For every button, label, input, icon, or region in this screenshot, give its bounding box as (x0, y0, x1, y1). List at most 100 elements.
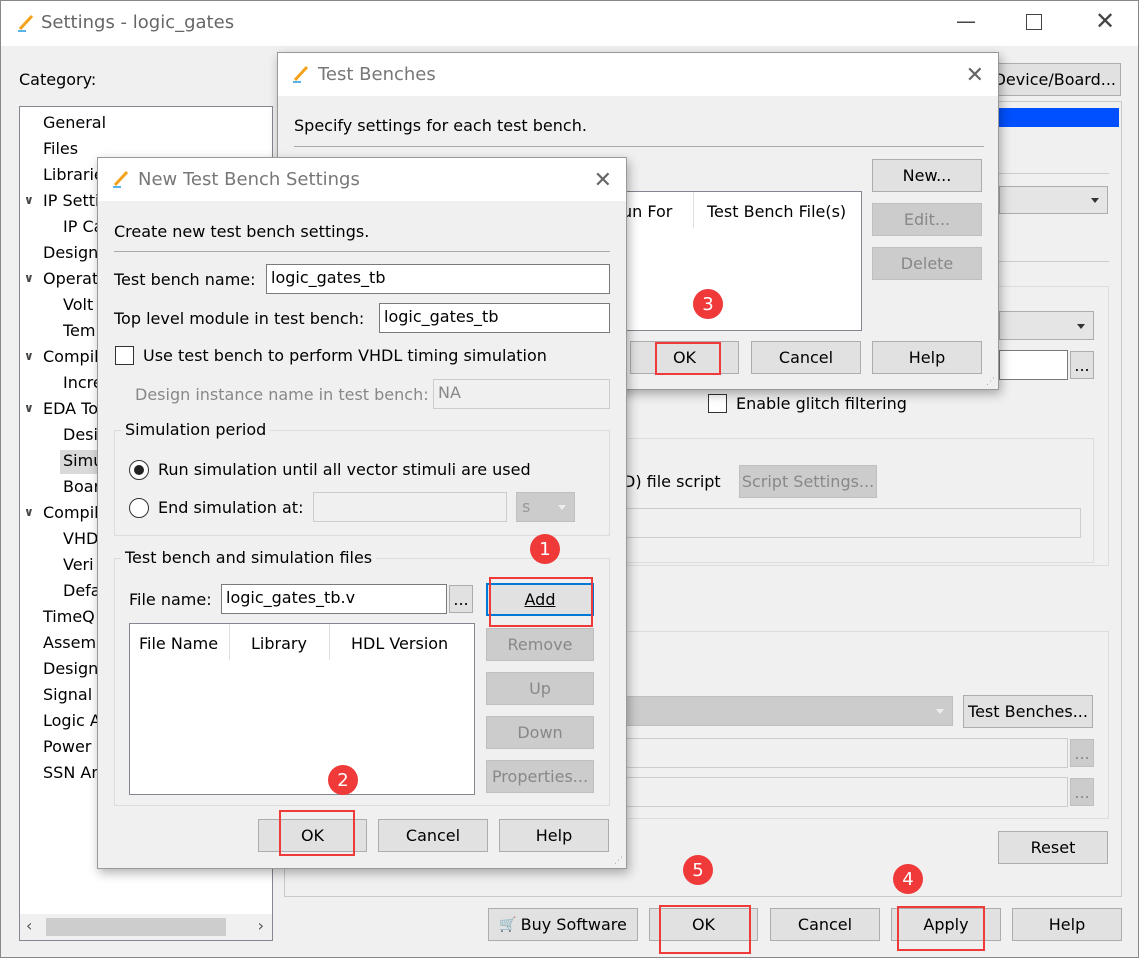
sidebar-item[interactable]: Logic A (43, 711, 101, 730)
help-button[interactable]: Help (1012, 908, 1122, 941)
instance-label: Design instance name in test bench: (135, 385, 429, 404)
sidebar-item[interactable]: Librarie (43, 165, 104, 184)
up-button[interactable]: Up (486, 672, 594, 705)
cancel-button[interactable]: Cancel (378, 819, 488, 852)
script-settings-button[interactable]: Script Settings... (739, 465, 877, 498)
annotation-box-2 (279, 810, 355, 856)
scroll-right-icon[interactable]: › (258, 916, 264, 935)
command-input-2[interactable] (601, 777, 1068, 807)
sidebar-item[interactable]: SSN An (43, 763, 101, 782)
sidebar-item[interactable]: TimeQ (43, 607, 95, 626)
sidebar-item[interactable]: General (43, 113, 106, 132)
top-module-input[interactable]: logic_gates_tb (379, 303, 610, 333)
command-input-1[interactable] (601, 738, 1068, 768)
app-pencil-icon (113, 170, 129, 188)
column-header[interactable]: un For (622, 202, 672, 221)
properties-button[interactable]: Properties... (486, 760, 594, 793)
close-icon[interactable]: ✕ (1095, 7, 1115, 35)
sidebar-item[interactable]: Design (43, 243, 98, 262)
sidebar-item[interactable]: Compil (43, 347, 99, 366)
file-name-input[interactable]: logic_gates_tb.v (221, 584, 447, 614)
test-bench-dropdown[interactable] (601, 696, 953, 726)
test-benches-button[interactable]: Test Benches... (963, 695, 1093, 728)
dialog-title-bar: New Test Bench Settings ✕ (98, 158, 626, 201)
buy-software-label: Buy Software (520, 915, 627, 934)
sidebar-item[interactable]: Defa (63, 581, 101, 600)
sidebar-item[interactable]: Volt (63, 295, 93, 314)
glitch-filtering-checkbox[interactable] (708, 394, 727, 413)
end-at-label: End simulation at: (158, 498, 304, 517)
end-at-radio[interactable] (129, 498, 149, 518)
help-button[interactable]: Help (872, 341, 982, 374)
files-table[interactable]: File Name Library HDL Version (129, 623, 475, 795)
vhdl-timing-checkbox[interactable] (115, 346, 134, 365)
time-unit-dropdown[interactable]: s (516, 492, 575, 522)
remove-label: Remove (507, 635, 573, 654)
reset-button[interactable]: Reset (998, 831, 1108, 864)
sidebar-item[interactable]: VHD (63, 529, 98, 548)
script-input[interactable] (626, 508, 1081, 538)
browse-button[interactable]: ... (1070, 778, 1094, 806)
column-header[interactable]: HDL Version (351, 634, 448, 653)
dialog-title-bar: Test Benches ✕ (278, 53, 998, 96)
minimize-icon[interactable]: — (956, 9, 976, 33)
sidebar-item[interactable]: Veri (63, 555, 94, 574)
column-header[interactable]: File Name (139, 634, 218, 653)
maximize-icon[interactable] (1026, 14, 1042, 30)
resize-grip-icon[interactable]: ⋰ (614, 856, 623, 866)
help-button[interactable]: Help (499, 819, 609, 852)
divider (999, 173, 1109, 174)
edit-button[interactable]: Edit... (872, 203, 982, 236)
close-icon[interactable]: ✕ (966, 63, 984, 88)
new-test-bench-dialog: New Test Bench Settings ✕ Create new tes… (97, 157, 627, 869)
sidebar-item[interactable]: IP Setti (43, 191, 99, 210)
selected-highlight (999, 108, 1119, 127)
chevron-down-icon[interactable]: ∨ (24, 193, 34, 207)
browse-button[interactable]: ... (1070, 351, 1094, 379)
sidebar-item[interactable]: Operat (43, 269, 98, 288)
format-dropdown[interactable] (999, 311, 1094, 340)
tb-name-input[interactable]: logic_gates_tb (266, 264, 610, 294)
title-bar: Settings - logic_gates — ✕ (1, 1, 1138, 46)
chevron-down-icon[interactable]: ∨ (24, 505, 34, 519)
app-pencil-icon (18, 14, 34, 32)
end-at-input[interactable] (313, 492, 507, 522)
new-button[interactable]: New... (872, 159, 982, 192)
chevron-down-icon[interactable]: ∨ (24, 349, 34, 363)
tree-horizontal-scrollbar[interactable]: ‹ › (20, 914, 272, 940)
tool-name-dropdown[interactable] (999, 186, 1108, 214)
sidebar-item[interactable]: Compil (43, 503, 99, 522)
cancel-button[interactable]: Cancel (770, 908, 880, 941)
buy-software-button[interactable]: 🛒 Buy Software (488, 908, 638, 941)
scroll-left-icon[interactable]: ‹ (26, 916, 32, 935)
chevron-down-icon[interactable]: ∨ (24, 271, 34, 285)
sidebar-item[interactable]: Tem (63, 321, 95, 340)
dialog-title: New Test Bench Settings (138, 169, 360, 190)
chevron-down-icon[interactable]: ∨ (24, 401, 34, 415)
glitch-filtering-label: Enable glitch filtering (736, 394, 907, 413)
cancel-button[interactable]: Cancel (751, 341, 861, 374)
device-board-button[interactable]: Device/Board... (994, 63, 1121, 96)
sidebar-item[interactable]: Design (43, 659, 98, 678)
close-icon[interactable]: ✕ (594, 168, 612, 193)
resize-grip-icon[interactable]: ⋰ (986, 377, 995, 387)
annotation-box-3 (655, 342, 721, 375)
delete-button[interactable]: Delete (872, 247, 982, 280)
column-separator (693, 192, 694, 228)
properties-label: Properties... (491, 767, 589, 786)
output-directory-input[interactable] (999, 350, 1068, 380)
browse-button[interactable]: ... (449, 585, 473, 613)
column-header[interactable]: Test Bench File(s) (707, 202, 846, 221)
sidebar-item[interactable]: Power (43, 737, 91, 756)
sidebar-item[interactable]: EDA To (43, 399, 98, 418)
sidebar-item[interactable]: Boar (63, 477, 100, 496)
sidebar-item[interactable]: Assem (43, 633, 96, 652)
column-header[interactable]: Library (251, 634, 307, 653)
scrollbar-thumb[interactable] (46, 918, 226, 936)
down-button[interactable]: Down (486, 716, 594, 749)
instance-input[interactable]: NA (433, 379, 610, 409)
run-all-radio[interactable] (129, 460, 149, 480)
remove-button[interactable]: Remove (486, 628, 594, 661)
sidebar-item[interactable]: Files (43, 139, 78, 158)
browse-button[interactable]: ... (1070, 739, 1094, 767)
